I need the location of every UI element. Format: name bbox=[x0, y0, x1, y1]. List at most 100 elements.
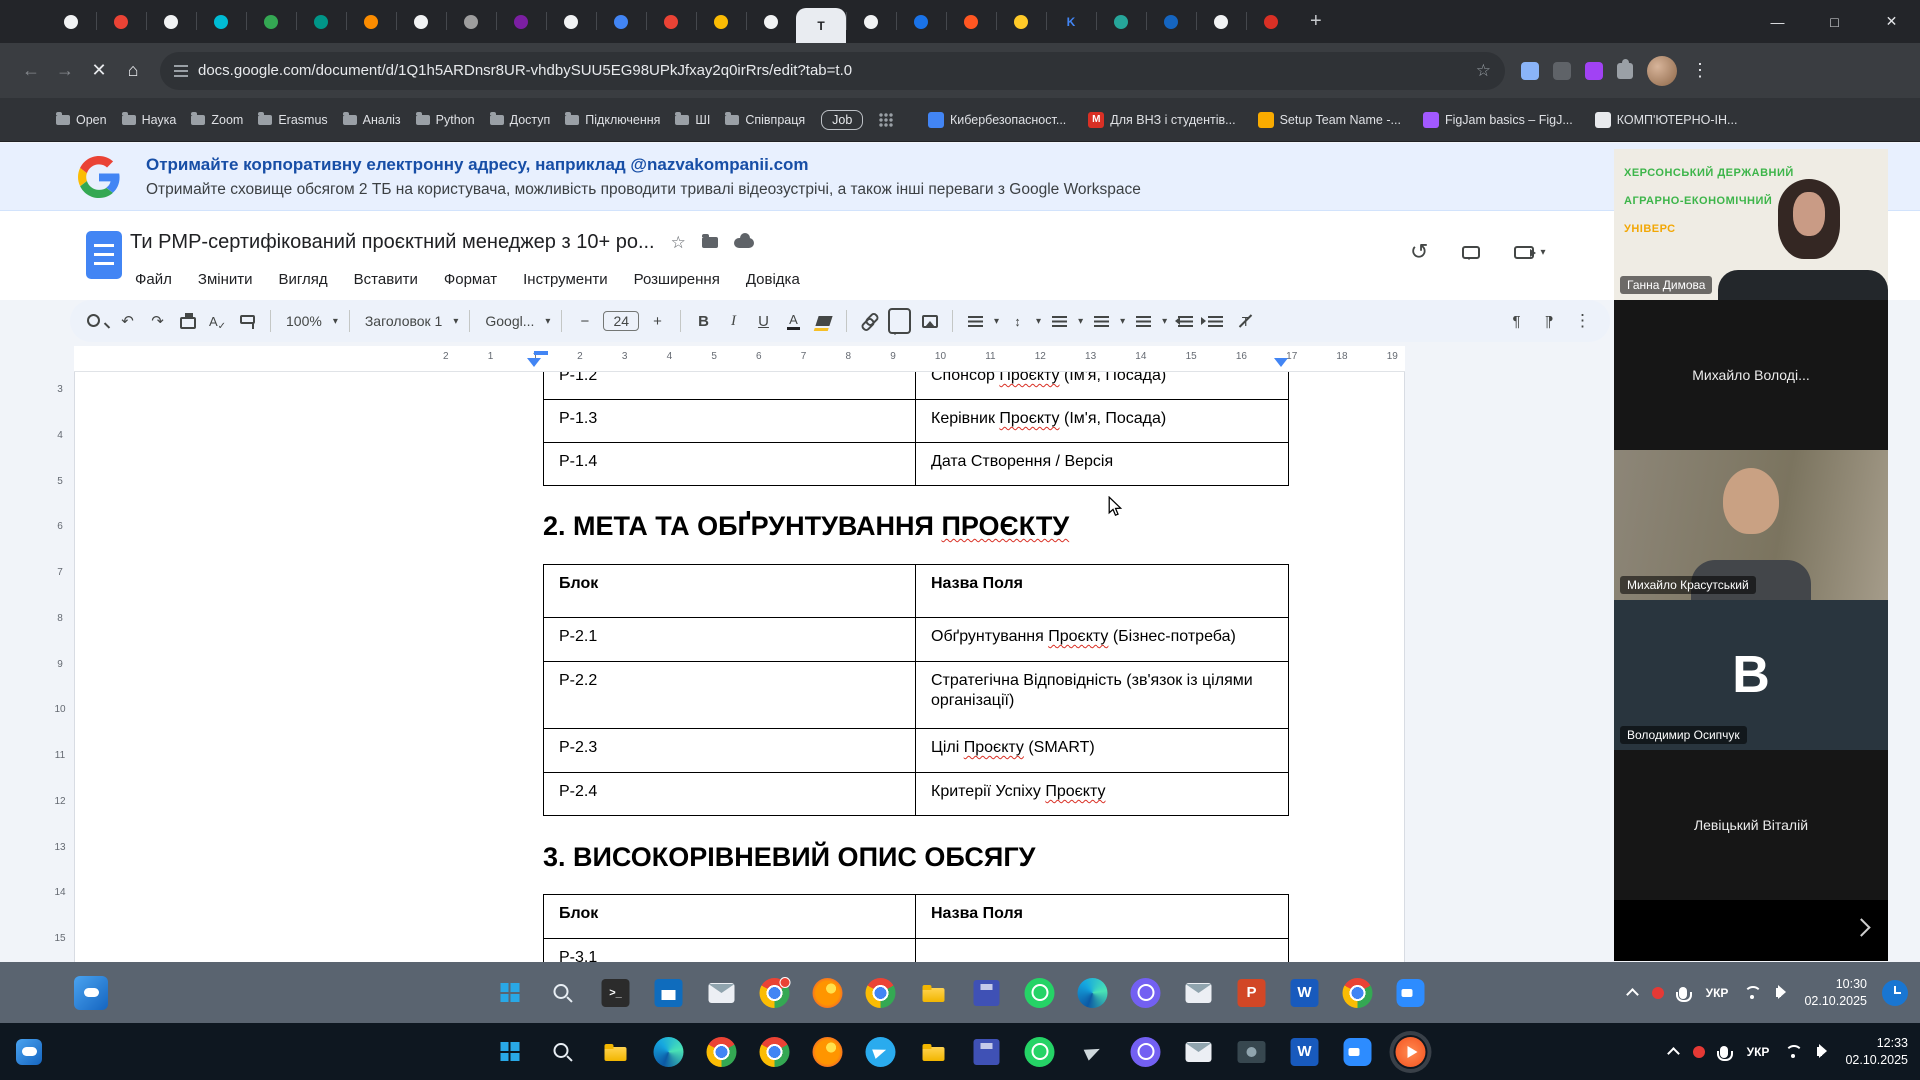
undo-icon[interactable] bbox=[116, 308, 139, 334]
browser-tab[interactable] bbox=[1096, 0, 1146, 43]
bookmark-item[interactable]: Доступ bbox=[490, 113, 551, 127]
bookmark-star-icon[interactable]: ☆ bbox=[1476, 61, 1491, 81]
browser-tab[interactable] bbox=[646, 0, 696, 43]
taskbar-icon-chrome[interactable] bbox=[864, 976, 898, 1010]
menu-item[interactable]: Вигляд bbox=[270, 267, 337, 292]
taskbar-icon-edge[interactable] bbox=[652, 1035, 686, 1069]
insert-link-icon[interactable] bbox=[862, 314, 878, 328]
browser-tab[interactable] bbox=[146, 0, 196, 43]
bookmark-item[interactable]: Наука bbox=[122, 113, 177, 127]
taskbar-icon-zoom[interactable] bbox=[1341, 1035, 1375, 1069]
taskbar-icon-chrome[interactable] bbox=[758, 1035, 792, 1069]
taskbar-icon-windows[interactable] bbox=[493, 1035, 527, 1069]
bookmark-item[interactable]: Аналіз bbox=[343, 113, 401, 127]
browser-tab[interactable] bbox=[996, 0, 1046, 43]
participant-tile[interactable]: ВВолодимир Осипчук bbox=[1614, 600, 1888, 750]
browser-tab-active[interactable]: T bbox=[796, 8, 846, 43]
recording-indicator-icon[interactable] bbox=[1652, 987, 1664, 999]
taskbar-icon-floppy[interactable] bbox=[970, 1035, 1004, 1069]
close-button[interactable]: ✕ bbox=[1863, 0, 1920, 43]
header-cell[interactable]: Блок bbox=[544, 565, 916, 618]
taskbar-icon-mail[interactable] bbox=[1182, 976, 1216, 1010]
heading-section-3[interactable]: 3. ВИСОКОРІВНЕВИЙ ОПИС ОБСЯГУ bbox=[543, 842, 1035, 873]
browser-tab[interactable] bbox=[696, 0, 746, 43]
taskbar-icon-chrome[interactable] bbox=[758, 976, 792, 1010]
language-indicator[interactable]: УКР bbox=[1706, 986, 1729, 1000]
browser-tab[interactable] bbox=[46, 0, 96, 43]
taskbar-icon-folder[interactable] bbox=[917, 976, 951, 1010]
bookmark-item[interactable]: МДля ВНЗ і студентів... bbox=[1088, 112, 1235, 128]
doc-title[interactable]: Ти PMP-сертифікований проєктний менеджер… bbox=[130, 231, 655, 254]
docs-app-icon[interactable] bbox=[86, 231, 122, 279]
browser-tab[interactable] bbox=[1196, 0, 1246, 43]
header-cell[interactable]: Назва Поля bbox=[916, 895, 1289, 939]
translate-icon[interactable] bbox=[1521, 62, 1539, 80]
browser-tab[interactable] bbox=[1146, 0, 1196, 43]
star-icon[interactable]: ☆ bbox=[671, 233, 686, 253]
browser-tab[interactable] bbox=[896, 0, 946, 43]
paint-format-icon[interactable] bbox=[240, 315, 255, 324]
browser-tab[interactable] bbox=[246, 0, 296, 43]
font-size-input[interactable]: 24 bbox=[603, 311, 639, 331]
participant-tile[interactable]: Михайло Красутський bbox=[1614, 450, 1888, 600]
cell-code[interactable]: P-1.2 bbox=[544, 372, 916, 400]
font-select[interactable]: Googl... bbox=[481, 313, 538, 329]
forward-icon[interactable]: → bbox=[48, 54, 82, 88]
bookmark-item[interactable]: Erasmus bbox=[258, 113, 327, 127]
zoom-select[interactable]: 100% bbox=[282, 313, 326, 329]
bookmark-item[interactable]: ШІ bbox=[675, 113, 710, 127]
participant-tile[interactable]: Левіцький Віталій bbox=[1614, 750, 1888, 900]
header-cell[interactable]: Назва Поля bbox=[916, 565, 1289, 618]
taskbar-icon-chrome[interactable] bbox=[1341, 976, 1375, 1010]
bookmark-item[interactable]: Setup Team Name -... bbox=[1258, 112, 1401, 128]
taskbar-icon-store[interactable] bbox=[652, 976, 686, 1010]
text-direction-rtl-icon[interactable] bbox=[1538, 308, 1561, 334]
home-icon[interactable]: ⌂ bbox=[116, 54, 150, 88]
taskbar-icon-windows[interactable] bbox=[493, 976, 527, 1010]
clock[interactable]: 12:33 02.10.2025 bbox=[1845, 1035, 1908, 1068]
bold-icon[interactable] bbox=[692, 308, 715, 334]
bookmark-item[interactable]: Співпраця bbox=[725, 113, 805, 127]
browser-tab[interactable] bbox=[1246, 0, 1296, 43]
toolbar-more-icon[interactable] bbox=[1571, 308, 1594, 334]
wifi-icon[interactable] bbox=[1784, 1045, 1802, 1058]
paragraph-style-select[interactable]: Заголовок 1 bbox=[361, 313, 447, 329]
taskbar-icon-chrome[interactable] bbox=[705, 1035, 739, 1069]
bookmark-item[interactable]: FigJam basics – FigJ... bbox=[1423, 112, 1573, 128]
widgets-icon[interactable] bbox=[16, 1039, 42, 1065]
text-direction-ltr-icon[interactable] bbox=[1505, 308, 1528, 334]
browser-tab[interactable] bbox=[846, 0, 896, 43]
extension-icon[interactable] bbox=[1553, 62, 1571, 80]
taskbar-icon-recorder[interactable] bbox=[1394, 1035, 1428, 1069]
taskbar-icon-edge[interactable] bbox=[1076, 976, 1110, 1010]
widgets-icon[interactable] bbox=[74, 976, 108, 1010]
taskbar-icon-firefox[interactable] bbox=[811, 976, 845, 1010]
taskbar-icon-whatsapp[interactable] bbox=[1023, 1035, 1057, 1069]
checklist-icon[interactable] bbox=[1052, 316, 1067, 327]
increase-indent-icon[interactable] bbox=[1204, 308, 1227, 334]
browser-tab[interactable] bbox=[946, 0, 996, 43]
profile-avatar[interactable] bbox=[1647, 56, 1677, 86]
site-settings-icon[interactable] bbox=[174, 65, 188, 77]
clear-formatting-icon[interactable] bbox=[1234, 308, 1257, 334]
cell-code[interactable]: P-1.4 bbox=[544, 443, 916, 486]
menu-item[interactable]: Файл bbox=[126, 267, 181, 292]
clock-app-icon[interactable] bbox=[1882, 980, 1908, 1006]
decrease-font-size-icon[interactable] bbox=[573, 308, 596, 334]
taskbar-icon-search[interactable] bbox=[546, 1035, 580, 1069]
version-history-icon[interactable] bbox=[1410, 239, 1428, 265]
menu-item[interactable]: Вставити bbox=[345, 267, 427, 292]
menu-item[interactable]: Формат bbox=[435, 267, 506, 292]
bulleted-list-icon[interactable] bbox=[1094, 316, 1109, 327]
stop-loading-icon[interactable]: ✕ bbox=[82, 54, 116, 88]
apps-grid-icon[interactable] bbox=[879, 113, 893, 127]
taskbar-icon-folder[interactable] bbox=[599, 1035, 633, 1069]
add-comment-icon[interactable] bbox=[888, 308, 911, 334]
cell-field[interactable]: Спонсор Проєкту (Ім'я, Посада) bbox=[916, 372, 1289, 400]
align-icon[interactable] bbox=[968, 316, 983, 327]
bookmark-item[interactable]: Python bbox=[416, 113, 475, 127]
browser-tab[interactable] bbox=[296, 0, 346, 43]
cell-code[interactable]: P-3.1 bbox=[544, 939, 916, 963]
document-page[interactable]: P-1.2Спонсор Проєкту (Ім'я, Посада)P-1.3… bbox=[74, 372, 1405, 962]
line-spacing-icon[interactable] bbox=[1006, 308, 1029, 334]
